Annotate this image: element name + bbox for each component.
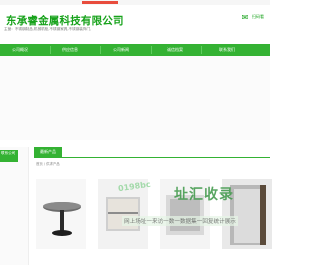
main-content: 最新产品 首页 / 供求产品 (34, 147, 272, 265)
product-image (36, 179, 86, 249)
product-card[interactable] (222, 179, 272, 249)
nav-separator (50, 46, 51, 54)
nav-separator (201, 46, 202, 54)
product-image (98, 179, 148, 249)
nav-item-supply-info[interactable]: 供应信息 (62, 44, 78, 56)
nav-item-company-overview[interactable]: 公司概况 (12, 44, 28, 56)
main-business-text: 主营：不锈钢制品,机械机柜,不锈钢家具,不锈钢装饰门, (4, 27, 92, 31)
top-badge[interactable] (82, 1, 118, 4)
product-image (222, 179, 272, 249)
product-card[interactable] (98, 179, 148, 249)
product-card[interactable] (160, 179, 210, 249)
sidebar-contact: 联系公司 (0, 147, 29, 265)
main-nav: 公司概况 供应信息 公司新闻 诚信档案 联系我们 (0, 44, 270, 56)
banner-area (0, 56, 270, 140)
product-image (160, 179, 210, 249)
nav-item-contact-us[interactable]: 联系我们 (219, 44, 235, 56)
product-card[interactable] (36, 179, 86, 249)
section-titlebar: 最新产品 (34, 147, 270, 158)
wechat-label[interactable]: 扫码看 (252, 14, 264, 20)
nav-item-company-news[interactable]: 公司新闻 (113, 44, 129, 56)
company-name[interactable]: 东承睿金属科技有限公司 (6, 13, 124, 28)
sidebar-heading: 联系公司 (0, 150, 18, 162)
nav-item-credit-records[interactable]: 诚信档案 (167, 44, 183, 56)
section-title: 最新产品 (34, 147, 62, 157)
nav-separator (151, 46, 152, 54)
nav-separator (100, 46, 101, 54)
wechat-icon[interactable]: ✉ (240, 13, 250, 22)
top-strip (0, 0, 270, 5)
breadcrumb[interactable]: 首页 / 供求产品 (36, 161, 60, 166)
